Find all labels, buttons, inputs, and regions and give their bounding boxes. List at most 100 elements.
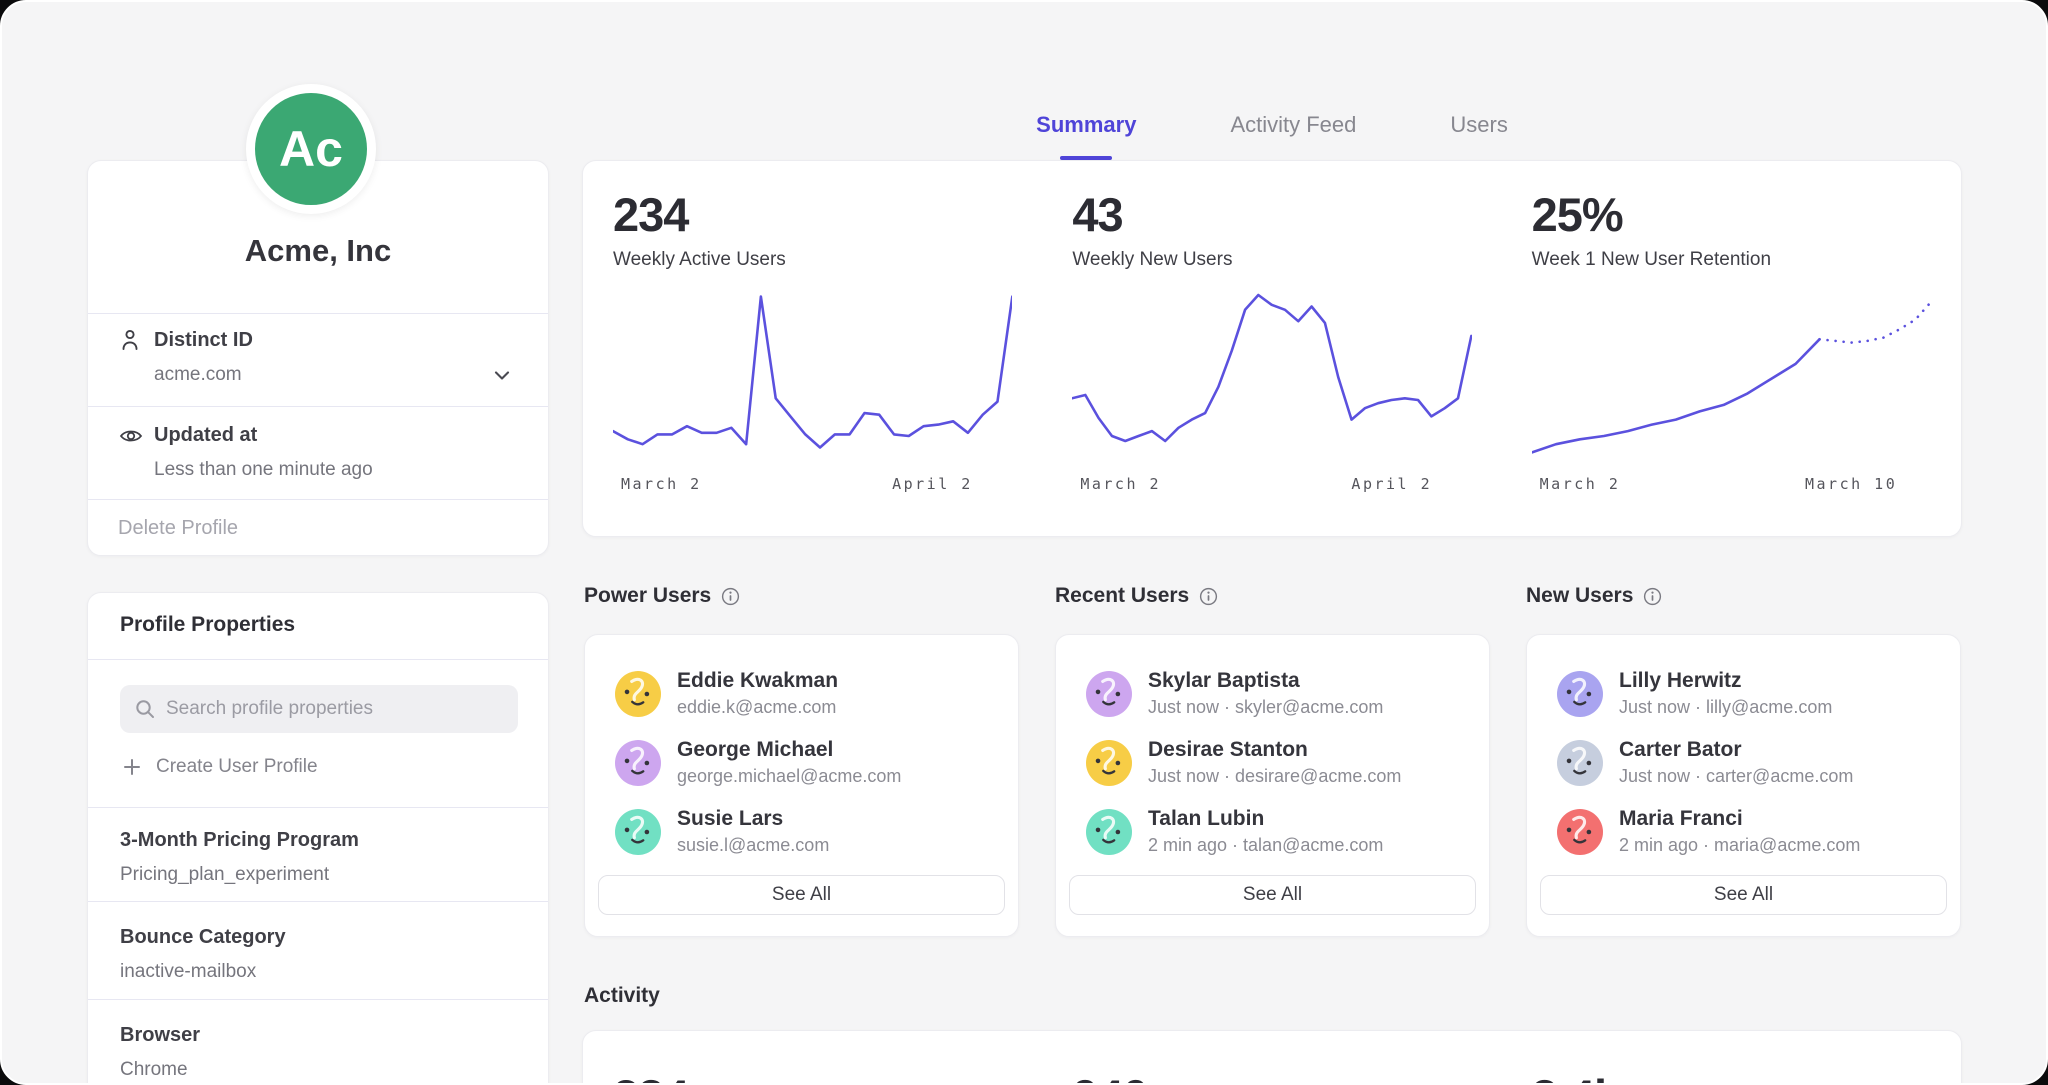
property-label: 3-Month Pricing Program bbox=[120, 829, 359, 852]
property-value: inactive-mailbox bbox=[120, 961, 256, 983]
stat-weekly-active-users: 234 Weekly Active Users March 2 April 2 bbox=[583, 161, 1042, 536]
user-row[interactable]: Lilly Herwitz Just now · lilly@acme.com bbox=[1557, 659, 1930, 728]
user-row[interactable]: Eddie Kwakman eddie.k@acme.com bbox=[615, 659, 988, 728]
activity-stat-value: 234 bbox=[613, 1069, 1012, 1085]
tab-activity-feed[interactable]: Activity Feed bbox=[1224, 108, 1362, 160]
user-row[interactable]: Maria Franci2 min ago · maria@acme.com bbox=[1557, 797, 1930, 866]
divider bbox=[88, 901, 548, 902]
divider bbox=[88, 499, 548, 500]
user-avatar-face-icon bbox=[1557, 671, 1603, 717]
user-subtitle: 2 min ago · maria@acme.com bbox=[1619, 835, 1860, 856]
see-all-button[interactable]: See All bbox=[1069, 875, 1476, 915]
chart-x-axis: March 2 April 2 bbox=[1072, 475, 1471, 497]
divider bbox=[88, 999, 548, 1000]
divider bbox=[88, 406, 548, 407]
user-name: Carter Bator bbox=[1619, 738, 1853, 762]
user-avatar-face-icon bbox=[615, 671, 661, 717]
user-avatar-face-icon bbox=[615, 809, 661, 855]
section-title: Power Users bbox=[584, 584, 711, 608]
recent-users-card: Skylar Baptista Just now · skyler@acme.co… bbox=[1055, 634, 1490, 937]
company-name: Acme, Inc bbox=[88, 233, 548, 269]
create-user-profile-button[interactable]: Create User Profile bbox=[122, 756, 318, 778]
divider bbox=[88, 807, 548, 808]
tab-bar: Summary Activity Feed Users bbox=[582, 108, 1962, 160]
info-icon[interactable] bbox=[721, 587, 740, 606]
updated-at-label: Updated at bbox=[154, 424, 257, 447]
stat-value: 234 bbox=[613, 189, 1012, 241]
user-row[interactable]: George Michael george.michael@acme.com bbox=[615, 728, 988, 797]
stat-label: Weekly New Users bbox=[1072, 249, 1471, 271]
tab-users[interactable]: Users bbox=[1444, 108, 1513, 160]
chart-x-axis: March 2 March 10 bbox=[1532, 475, 1931, 497]
property-label: Bounce Category bbox=[120, 926, 286, 949]
create-user-profile-label: Create User Profile bbox=[156, 756, 318, 778]
eye-icon bbox=[118, 424, 144, 448]
user-name: George Michael bbox=[677, 738, 901, 762]
user-name: Eddie Kwakman bbox=[677, 669, 838, 693]
person-icon bbox=[118, 327, 142, 355]
stat-label: Weekly Active Users bbox=[613, 249, 1012, 271]
divider bbox=[88, 313, 548, 314]
search-icon bbox=[134, 698, 156, 720]
delete-profile-button[interactable]: Delete Profile bbox=[118, 517, 238, 540]
user-row[interactable]: Desirae Stanton Just now · desirare@acme.… bbox=[1086, 728, 1459, 797]
tab-summary-label: Summary bbox=[1036, 112, 1136, 137]
tab-summary[interactable]: Summary bbox=[1030, 108, 1142, 160]
stat-value: 43 bbox=[1072, 189, 1471, 241]
x-tick-start: March 2 bbox=[1540, 475, 1621, 493]
x-tick-end: March 10 bbox=[1805, 475, 1897, 493]
tab-activity-feed-label: Activity Feed bbox=[1230, 112, 1356, 137]
see-all-button[interactable]: See All bbox=[1540, 875, 1947, 915]
company-avatar-initials: Ac bbox=[279, 120, 343, 178]
power-users-card: Eddie Kwakman eddie.k@acme.com George Mich… bbox=[584, 634, 1019, 937]
user-name: Talan Lubin bbox=[1148, 807, 1383, 831]
x-tick-start: March 2 bbox=[621, 475, 702, 493]
activity-stat-value: 3.4k bbox=[1532, 1069, 1931, 1085]
app-window: Ac Acme, Inc Distinct ID acme.com Update… bbox=[0, 0, 2048, 1085]
see-all-button[interactable]: See All bbox=[598, 875, 1005, 915]
profile-properties-search bbox=[120, 685, 518, 733]
section-title: New Users bbox=[1526, 584, 1633, 608]
user-subtitle: susie.l@acme.com bbox=[677, 835, 829, 856]
property-value: Chrome bbox=[120, 1059, 188, 1081]
stat-weekly-new-users: 43 Weekly New Users March 2 April 2 bbox=[1042, 161, 1501, 536]
distinct-id-value: acme.com bbox=[154, 364, 242, 386]
activity-section-title: Activity bbox=[584, 984, 660, 1008]
user-subtitle: 2 min ago · talan@acme.com bbox=[1148, 835, 1383, 856]
recent-users-header: Recent Users bbox=[1055, 584, 1218, 608]
user-row[interactable]: Carter Bator Just now · carter@acme.com bbox=[1557, 728, 1930, 797]
info-icon[interactable] bbox=[1199, 587, 1218, 606]
user-row[interactable]: Susie Lars susie.l@acme.com bbox=[615, 797, 988, 866]
profile-properties-title: Profile Properties bbox=[120, 613, 295, 637]
user-name: Skylar Baptista bbox=[1148, 669, 1383, 693]
company-profile-card: Acme, Inc Distinct ID acme.com Updated a… bbox=[87, 160, 549, 556]
user-avatar-face-icon bbox=[1086, 740, 1132, 786]
user-row[interactable]: Skylar Baptista Just now · skyler@acme.co… bbox=[1086, 659, 1459, 728]
search-input[interactable] bbox=[166, 698, 504, 720]
user-subtitle: eddie.k@acme.com bbox=[677, 697, 838, 718]
distinct-id-label: Distinct ID bbox=[154, 329, 253, 352]
user-name: Desirae Stanton bbox=[1148, 738, 1401, 762]
info-icon[interactable] bbox=[1643, 587, 1662, 606]
stat-value: 25% bbox=[1532, 189, 1931, 241]
new-users-header: New Users bbox=[1526, 584, 1662, 608]
user-row[interactable]: Talan Lubin 2 min ago · talan@acme.com bbox=[1086, 797, 1459, 866]
user-subtitle: Just now · desirare@acme.com bbox=[1148, 766, 1401, 787]
property-value: Pricing_plan_experiment bbox=[120, 864, 329, 886]
chevron-down-icon[interactable] bbox=[490, 363, 514, 387]
stat-label: Week 1 New User Retention bbox=[1532, 249, 1931, 271]
stat-week1-retention: 25% Week 1 New User Retention March 2 Ma… bbox=[1502, 161, 1961, 536]
user-subtitle: Just now · carter@acme.com bbox=[1619, 766, 1853, 787]
user-name: Susie Lars bbox=[677, 807, 829, 831]
summary-stats-card: 234 Weekly Active Users March 2 April 2 … bbox=[582, 160, 1962, 537]
power-users-header: Power Users bbox=[584, 584, 740, 608]
profile-properties-card: Profile Properties Create User Profile 3… bbox=[87, 592, 549, 1085]
user-avatar-face-icon bbox=[1557, 809, 1603, 855]
weekly-new-users-chart bbox=[1072, 291, 1471, 463]
user-subtitle: george.michael@acme.com bbox=[677, 766, 901, 787]
user-subtitle: Just now · lilly@acme.com bbox=[1619, 697, 1832, 718]
user-name: Lilly Herwitz bbox=[1619, 669, 1832, 693]
user-subtitle: Just now · skyler@acme.com bbox=[1148, 697, 1383, 718]
chart-x-axis: March 2 April 2 bbox=[613, 475, 1012, 497]
week1-retention-chart bbox=[1532, 291, 1931, 463]
